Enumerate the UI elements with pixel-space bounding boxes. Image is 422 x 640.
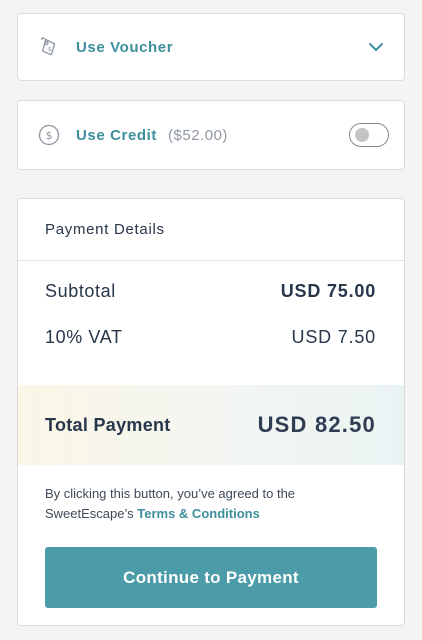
subtotal-row: Subtotal USD 75.00	[18, 281, 404, 302]
subtotal-value: USD 75.00	[280, 281, 376, 301]
vat-value: USD 7.50	[291, 327, 376, 347]
total-payment-row: Total Payment USD 82.50	[18, 385, 404, 465]
subtotal-label: Subtotal	[45, 281, 116, 301]
credit-toggle[interactable]	[349, 123, 389, 147]
dollar-circle-icon: $	[38, 124, 60, 146]
continue-to-payment-button[interactable]: Continue to Payment	[45, 547, 377, 608]
credit-label: Use Credit	[76, 126, 158, 144]
svg-text:$: $	[48, 46, 52, 53]
tag-icon: $	[38, 36, 60, 58]
toggle-knob	[355, 128, 369, 142]
credit-amount: ($52.00)	[168, 126, 228, 144]
total-value: USD 82.50	[257, 412, 376, 437]
payment-details-card: Payment Details Subtotal USD 75.00 10% V…	[17, 198, 405, 626]
vat-label: 10% VAT	[45, 327, 123, 347]
voucher-card[interactable]: $ Use Voucher	[17, 13, 405, 81]
chevron-down-icon[interactable]	[367, 38, 385, 56]
agreement-text: By clicking this button, you’ve agreed t…	[45, 484, 376, 524]
terms-link[interactable]: Terms & Conditions	[137, 506, 260, 521]
credit-card: $ Use Credit ($52.00)	[17, 100, 405, 170]
payment-details-title: Payment Details	[45, 221, 165, 238]
total-label: Total Payment	[45, 414, 171, 435]
payment-details-header: Payment Details	[18, 199, 404, 261]
vat-row: 10% VAT USD 7.50	[18, 327, 404, 348]
voucher-label: Use Voucher	[76, 38, 174, 56]
svg-text:$: $	[46, 129, 53, 142]
